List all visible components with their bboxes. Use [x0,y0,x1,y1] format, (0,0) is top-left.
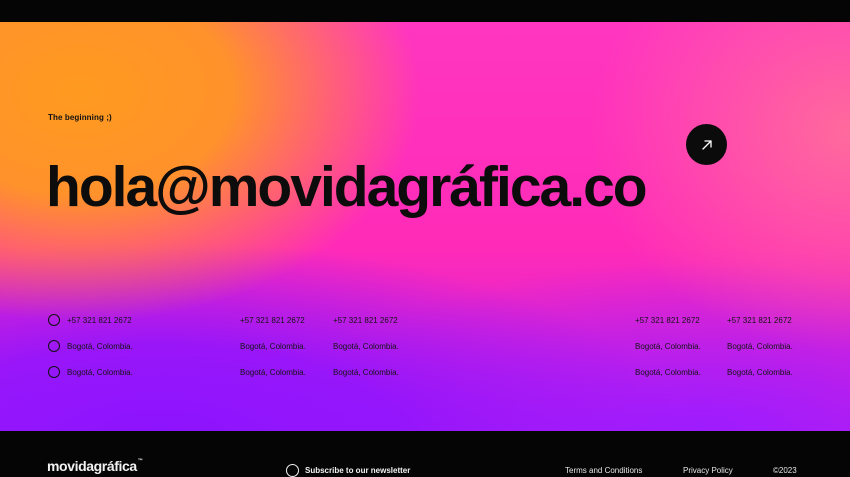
contact-hero: The beginning ;) hola@movidagráfica.co +… [0,22,850,431]
city-row: Bogotá, Colombia. [240,359,306,385]
city-row: Bogotá, Colombia. [333,333,399,359]
contact-column-5: +57 321 821 2672 Bogotá, Colombia. Bogot… [727,307,793,385]
city-row: Bogotá, Colombia. [48,359,133,385]
city-row: Bogotá, Colombia. [48,333,133,359]
circle-icon [48,314,60,326]
city-row: Bogotá, Colombia. [333,359,399,385]
city-row: Bogotá, Colombia. [635,359,701,385]
city-row: Bogotá, Colombia. [727,333,793,359]
open-email-button[interactable] [686,124,727,165]
city-row: Bogotá, Colombia. [727,359,793,385]
site-footer: movidagráfica™ Subscribe to our newslett… [0,431,850,477]
city-row: Bogotá, Colombia. [635,333,701,359]
city-label: Bogotá, Colombia. [635,341,701,351]
contact-column-4: +57 321 821 2672 Bogotá, Colombia. Bogot… [635,307,701,385]
phone-row: +57 321 821 2672 [635,307,701,333]
phone-number[interactable]: +57 321 821 2672 [635,316,700,325]
city-label: Bogotá, Colombia. [635,367,701,377]
contact-column-1: +57 321 821 2672 Bogotá, Colombia. Bogot… [48,307,133,385]
city-label: Bogotá, Colombia. [727,367,793,377]
city-label: Bogotá, Colombia. [67,341,133,351]
phone-row: +57 321 821 2672 [48,307,133,333]
phone-number[interactable]: +57 321 821 2672 [727,316,792,325]
contact-column-2: +57 321 821 2672 Bogotá, Colombia. Bogot… [240,307,306,385]
phone-row: +57 321 821 2672 [333,307,399,333]
phone-row: +57 321 821 2672 [240,307,306,333]
city-label: Bogotá, Colombia. [240,367,306,377]
arrow-up-right-icon [701,139,712,150]
city-label: Bogotá, Colombia. [333,341,399,351]
phone-row: +57 321 821 2672 [727,307,793,333]
contact-column-3: +57 321 821 2672 Bogotá, Colombia. Bogot… [333,307,399,385]
email-link[interactable]: hola@movidagráfica.co [46,159,648,216]
circle-icon [48,366,60,378]
footer-logo[interactable]: movidagráfica™ [47,458,143,474]
logo-text: movidagráfica [47,458,137,474]
city-row: Bogotá, Colombia. [240,333,306,359]
city-label: Bogotá, Colombia. [240,341,306,351]
phone-number[interactable]: +57 321 821 2672 [67,316,132,325]
city-label: Bogotá, Colombia. [727,341,793,351]
phone-number[interactable]: +57 321 821 2672 [240,316,305,325]
city-label: Bogotá, Colombia. [67,367,133,377]
circle-icon [48,340,60,352]
tagline: The beginning ;) [48,113,112,122]
top-bar [0,0,850,22]
city-label: Bogotá, Colombia. [333,367,399,377]
phone-number[interactable]: +57 321 821 2672 [333,316,398,325]
trademark-mark: ™ [137,458,143,464]
